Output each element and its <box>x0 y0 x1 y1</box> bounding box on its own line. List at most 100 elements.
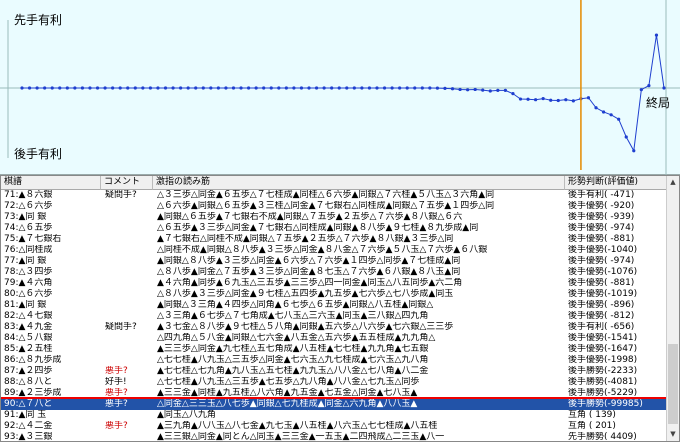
evaluation-point[interactable] <box>314 86 319 90</box>
evaluation-point[interactable] <box>277 86 281 90</box>
evaluation-point[interactable] <box>27 86 32 90</box>
evaluation-point[interactable] <box>571 99 575 103</box>
evaluation-point[interactable] <box>609 113 613 117</box>
evaluation-point[interactable] <box>299 86 304 90</box>
table-row[interactable]: 74:△６五歩 △６五歩▲３三歩△同金▲７七銀右△同桂成▲同銀▲８八歩▲９七桂▲８… <box>1 223 667 234</box>
evaluation-point[interactable] <box>345 86 349 90</box>
header-line[interactable]: 激指の読み筋 <box>153 176 565 190</box>
evaluation-point[interactable] <box>624 135 628 139</box>
evaluation-point[interactable] <box>496 88 500 92</box>
evaluation-point[interactable] <box>65 86 69 90</box>
vertical-scrollbar[interactable]: ▲ ▼ <box>666 176 679 441</box>
evaluation-point[interactable] <box>458 87 462 92</box>
evaluation-point[interactable] <box>398 86 402 90</box>
evaluation-point[interactable] <box>330 86 334 90</box>
evaluation-point[interactable] <box>337 86 341 90</box>
evaluation-point[interactable] <box>375 86 379 90</box>
kifu-table[interactable]: 棋譜 コメント 激指の読み筋 形勢判断(評価値) 71:▲８六銀 疑問手? △３三歩… <box>0 175 680 442</box>
table-row[interactable]: 76:△同桂成 △同桂不成▲同銀△８八歩▲３三歩△同金▲８八金△７六歩▲５八玉△７… <box>1 245 667 256</box>
scrollbar-thumb[interactable] <box>668 344 678 424</box>
evaluation-point[interactable] <box>526 97 530 101</box>
table-row[interactable]: 88:△８八と 好手! △七七桂▲八九玉△三五歩▲七五歩△九八角▲八八金△七九玉△同… <box>1 377 667 388</box>
table-row[interactable]: 72:△６六歩 △６六歩▲同銀△６五歩▲３三桂△同金▲７七銀右△同桂成▲同銀△７五… <box>1 201 667 212</box>
table-row[interactable]: 79:▲４六角 ▲４六角▲同歩▲６九玉△三五歩▲三三歩△四一同金▲同玉△八五同歩▲… <box>1 278 667 289</box>
evaluation-point[interactable] <box>201 86 205 90</box>
evaluation-point[interactable] <box>163 86 168 90</box>
table-row[interactable]: 82:△４七銀 △３三角▲６七歩△７七角成▲七八玉△三六玉▲同玉▲三八銀△四九角 後… <box>1 311 667 322</box>
evaluation-point[interactable] <box>88 86 92 90</box>
header-eval[interactable]: 形勢判断(評価値) <box>565 176 667 190</box>
table-row[interactable]: 78:△３四歩 △８八歩▲同金△７五歩▲３三歩△同金▲８七玉△７六歩▲６八銀▲８八… <box>1 267 667 278</box>
evaluation-point[interactable] <box>194 86 198 90</box>
evaluation-point[interactable] <box>367 86 372 90</box>
table-row[interactable]: 87:▲２四歩 悪手? ▲七七桂△七九角▲九八玉△五七桂▲九九玉△八八金△七八角▲八… <box>1 366 667 377</box>
table-row[interactable]: 86:△８九歩成 △七七桂▲八九玉△三五歩△同金▲七六玉△九七桂成▲七六玉△九八角… <box>1 355 667 366</box>
evaluation-point[interactable] <box>435 86 440 90</box>
evaluation-point[interactable] <box>148 86 152 90</box>
evaluation-point[interactable] <box>601 110 606 114</box>
evaluation-point[interactable] <box>654 33 659 37</box>
evaluation-point[interactable] <box>186 86 190 90</box>
evaluation-point[interactable] <box>254 86 258 90</box>
scroll-down-icon[interactable]: ▼ <box>667 428 679 441</box>
evaluation-point[interactable] <box>481 88 485 92</box>
evaluation-point[interactable] <box>511 92 515 96</box>
evaluation-point[interactable] <box>216 86 220 90</box>
table-row[interactable]: 80:△６六歩 △８八歩▲３三歩△同金▲９七桂△五四歩▲九五歩▲七六歩△七八歩成▲… <box>1 289 667 300</box>
table-row[interactable]: 81:▲同 銀 ▲同銀△３三角▲４四歩△同角▲６七歩△６五歩▲同銀△八五桂▲同銀△… <box>1 300 667 311</box>
evaluation-point[interactable] <box>639 88 643 92</box>
evaluation-point[interactable] <box>322 86 326 90</box>
table-row[interactable]: 89:▲２三歩成 悪手? ▲三三金▲同桂▲九五桂△八六角▲九五金▲七五金△同金▲七八… <box>1 388 667 399</box>
evaluation-point[interactable] <box>632 149 636 153</box>
evaluation-point[interactable] <box>58 86 62 90</box>
evaluation-point[interactable] <box>73 86 77 90</box>
evaluation-point[interactable] <box>284 86 288 90</box>
evaluation-point[interactable] <box>352 86 356 90</box>
evaluation-point[interactable] <box>420 86 424 90</box>
evaluation-point[interactable] <box>179 86 183 90</box>
evaluation-point[interactable] <box>564 98 568 102</box>
table-row[interactable]: 73:▲同 銀 ▲同銀△６五歩▲７七銀右不成▲同銀△７五歩▲２五歩△７六歩▲８八銀… <box>1 212 667 223</box>
evaluation-point[interactable] <box>662 86 666 90</box>
evaluation-graph[interactable]: 先手有利 後手有利 終局 <box>0 0 680 175</box>
evaluation-point[interactable] <box>413 86 417 90</box>
evaluation-point[interactable] <box>405 86 409 90</box>
table-row[interactable]: 84:△５八銀 △四九角△５八金▲同銀△七六金▲八五金△五六歩▲五五桂成▲九九角△… <box>1 333 667 344</box>
evaluation-point[interactable] <box>111 86 115 90</box>
table-row[interactable]: 90:△７八と 悪手? △同金△三三玉△八七歩▲同銀△七九桂成▲同金△六九角▲八八玉… <box>1 399 667 410</box>
evaluation-point[interactable] <box>360 86 364 90</box>
evaluation-point[interactable] <box>549 98 553 102</box>
evaluation-point[interactable] <box>103 86 107 90</box>
table-row[interactable]: 91:▲同 玉 ▲同玉△八九角 互角 ( 139) <box>1 410 667 421</box>
evaluation-point[interactable] <box>141 86 145 90</box>
evaluation-point[interactable] <box>118 86 122 90</box>
evaluation-point[interactable] <box>473 87 477 92</box>
table-row[interactable]: 71:▲８六銀 疑問手? △３三歩△同金▲６五歩△７七桂成▲同桂△６六歩▲同銀△７六… <box>1 190 667 201</box>
evaluation-point[interactable] <box>262 86 266 90</box>
evaluation-point[interactable] <box>503 88 507 92</box>
table-row[interactable]: 75:▲７七銀右 ▲７七銀右△同桂不成▲同銀△７五歩▲２五歩△７六歩▲８八銀▲３三… <box>1 234 667 245</box>
evaluation-point[interactable] <box>382 86 387 90</box>
evaluation-point[interactable] <box>20 86 24 90</box>
evaluation-point[interactable] <box>556 98 560 103</box>
header-move[interactable]: 棋譜 <box>1 176 101 190</box>
evaluation-point[interactable] <box>80 86 85 90</box>
evaluation-point[interactable] <box>617 117 621 121</box>
evaluation-point[interactable] <box>534 98 538 102</box>
evaluation-point[interactable] <box>269 86 273 90</box>
evaluation-point[interactable] <box>594 106 598 110</box>
evaluation-point[interactable] <box>586 96 591 100</box>
table-row[interactable]: 92:△４二金 悪手? ▲三九角▲八八玉△八七金▲九七玉▲八五桂▲八六玉△七七桂成▲… <box>1 421 667 432</box>
table-row[interactable]: 93:▲３三銀 ▲三三銀△同金▲同とん△同玉▲三三金▲一五玉▲二四飛成△二三玉▲八… <box>1 432 667 443</box>
evaluation-point[interactable] <box>239 86 243 90</box>
evaluation-point[interactable] <box>126 86 130 90</box>
evaluation-point[interactable] <box>488 89 492 93</box>
evaluation-point[interactable] <box>246 86 251 90</box>
evaluation-point[interactable] <box>466 88 470 92</box>
evaluation-point[interactable] <box>171 86 175 90</box>
evaluation-point[interactable] <box>35 86 39 90</box>
evaluation-point[interactable] <box>541 96 545 101</box>
evaluation-point[interactable] <box>390 86 394 90</box>
evaluation-point[interactable] <box>224 86 228 90</box>
table-row[interactable]: 83:▲４九金 疑問手? ▲３七金△８八歩▲９七桂△５八角▲同銀▲五六歩△八六歩▲七… <box>1 322 667 333</box>
